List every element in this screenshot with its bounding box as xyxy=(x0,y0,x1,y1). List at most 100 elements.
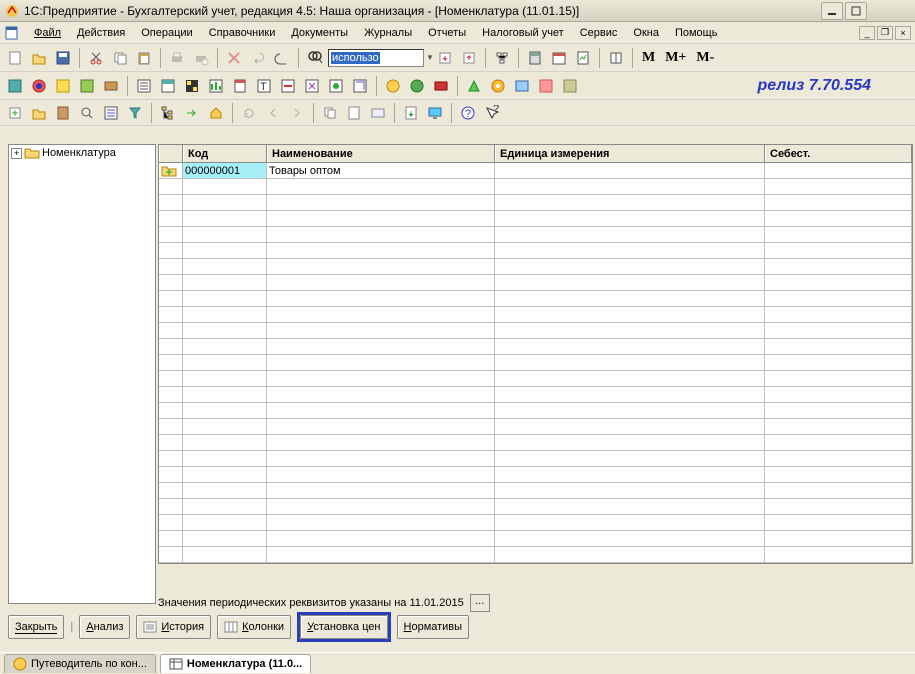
cat-card-icon[interactable] xyxy=(367,102,389,124)
table-row[interactable] xyxy=(159,339,912,355)
table-row[interactable] xyxy=(159,195,912,211)
table-row[interactable] xyxy=(159,387,912,403)
calendar-icon[interactable] xyxy=(548,47,570,69)
columns-button[interactable]: Колонки xyxy=(217,615,291,639)
mdi-close-button[interactable]: × xyxy=(895,26,911,40)
find-icon[interactable] xyxy=(304,47,326,69)
cat-filter-icon[interactable] xyxy=(124,102,146,124)
save-icon[interactable] xyxy=(52,47,74,69)
cat-search-icon[interactable] xyxy=(76,102,98,124)
mod-icon-1[interactable] xyxy=(4,75,26,97)
minimize-button[interactable] xyxy=(821,2,843,20)
analysis-button[interactable]: Анализ xyxy=(79,615,130,639)
cat-house-icon[interactable] xyxy=(205,102,227,124)
table-row[interactable] xyxy=(159,323,912,339)
memory-mplus-button[interactable]: M+ xyxy=(661,50,690,66)
cut-icon[interactable] xyxy=(85,47,107,69)
mod-icon-12[interactable] xyxy=(277,75,299,97)
mod-icon-4[interactable] xyxy=(76,75,98,97)
menu-journals[interactable]: Журналы xyxy=(356,25,420,41)
report-icon[interactable] xyxy=(572,47,594,69)
cat-doc-icon[interactable] xyxy=(343,102,365,124)
table-row[interactable] xyxy=(159,483,912,499)
print-icon[interactable] xyxy=(166,47,188,69)
menu-actions[interactable]: Действия xyxy=(69,25,133,41)
table-row[interactable] xyxy=(159,419,912,435)
mod-icon-6[interactable] xyxy=(133,75,155,97)
mod-icon-20[interactable] xyxy=(487,75,509,97)
mod-icon-9[interactable] xyxy=(205,75,227,97)
cat-output-icon[interactable] xyxy=(400,102,422,124)
cat-new-item-icon[interactable] xyxy=(28,102,50,124)
table-row[interactable] xyxy=(159,291,912,307)
date-picker-button[interactable]: ... xyxy=(470,594,490,612)
table-row[interactable] xyxy=(159,275,912,291)
mod-icon-3[interactable] xyxy=(52,75,74,97)
cat-list-icon[interactable] xyxy=(100,102,122,124)
menu-reports[interactable]: Отчеты xyxy=(420,25,474,41)
menu-documents[interactable]: Документы xyxy=(283,25,356,41)
table-row[interactable]: 000000001Товары оптом xyxy=(159,163,912,179)
cat-hierarchy-icon[interactable] xyxy=(157,102,179,124)
mod-icon-11[interactable]: T xyxy=(253,75,275,97)
table-row[interactable] xyxy=(159,179,912,195)
table-row[interactable] xyxy=(159,403,912,419)
menu-windows[interactable]: Окна xyxy=(625,25,667,41)
tree-icon[interactable] xyxy=(491,47,513,69)
table-row[interactable] xyxy=(159,211,912,227)
mod-icon-18[interactable] xyxy=(430,75,452,97)
header-unit[interactable]: Единица измерения xyxy=(495,145,765,162)
mod-icon-8[interactable] xyxy=(181,75,203,97)
maximize-button[interactable] xyxy=(845,2,867,20)
mod-icon-5[interactable] xyxy=(100,75,122,97)
table-row[interactable] xyxy=(159,467,912,483)
dropdown-icon[interactable]: ▼ xyxy=(426,53,432,62)
copy-icon[interactable] xyxy=(109,47,131,69)
taskbar-tab-guide[interactable]: Путеводитель по кон... xyxy=(4,654,156,673)
print-preview-icon[interactable] xyxy=(190,47,212,69)
table-row[interactable] xyxy=(159,355,912,371)
memory-m-button[interactable]: M xyxy=(638,50,659,66)
cat-refresh-icon[interactable] xyxy=(238,102,260,124)
menu-service[interactable]: Сервис xyxy=(572,25,626,41)
taskbar-tab-nomenclature[interactable]: Номенклатура (11.0... xyxy=(160,654,311,673)
undo-icon[interactable] xyxy=(247,47,269,69)
set-prices-button[interactable]: Установка цен xyxy=(300,615,387,639)
grid-body[interactable]: 000000001Товары оптом xyxy=(159,163,912,563)
table-row[interactable] xyxy=(159,243,912,259)
delete-icon[interactable] xyxy=(223,47,245,69)
history-button[interactable]: История xyxy=(136,615,211,639)
paste-icon[interactable] xyxy=(133,47,155,69)
mod-icon-7[interactable] xyxy=(157,75,179,97)
table-row[interactable] xyxy=(159,227,912,243)
expand-icon[interactable]: + xyxy=(11,148,22,159)
cat-help-icon[interactable]: ? xyxy=(457,102,479,124)
cat-move-right-icon[interactable] xyxy=(181,102,203,124)
table-row[interactable] xyxy=(159,371,912,387)
cat-copy-icon[interactable] xyxy=(319,102,341,124)
header-icon-col[interactable] xyxy=(159,145,183,162)
open-icon[interactable] xyxy=(28,47,50,69)
tree-root-node[interactable]: + Номенклатура xyxy=(9,145,155,161)
mod-icon-10[interactable] xyxy=(229,75,251,97)
normatives-button[interactable]: Нормативы xyxy=(397,615,470,639)
cat-book-icon[interactable] xyxy=(52,102,74,124)
header-name[interactable]: Наименование xyxy=(267,145,495,162)
menu-catalogs[interactable]: Справочники xyxy=(201,25,284,41)
down-nav-icon[interactable] xyxy=(434,47,456,69)
table-row[interactable] xyxy=(159,547,912,563)
search-input[interactable]: использо xyxy=(328,49,424,67)
mod-icon-22[interactable] xyxy=(535,75,557,97)
close-button[interactable]: Закрыть xyxy=(8,615,64,639)
cat-nav-left-icon[interactable] xyxy=(262,102,284,124)
mod-icon-15[interactable] xyxy=(349,75,371,97)
memory-mminus-button[interactable]: M- xyxy=(692,50,718,66)
mod-icon-17[interactable] xyxy=(406,75,428,97)
table-row[interactable] xyxy=(159,515,912,531)
table-row[interactable] xyxy=(159,531,912,547)
table-row[interactable] xyxy=(159,499,912,515)
table-row[interactable] xyxy=(159,259,912,275)
menu-operations[interactable]: Операции xyxy=(133,25,200,41)
up-nav-icon[interactable] xyxy=(458,47,480,69)
table-row[interactable] xyxy=(159,435,912,451)
